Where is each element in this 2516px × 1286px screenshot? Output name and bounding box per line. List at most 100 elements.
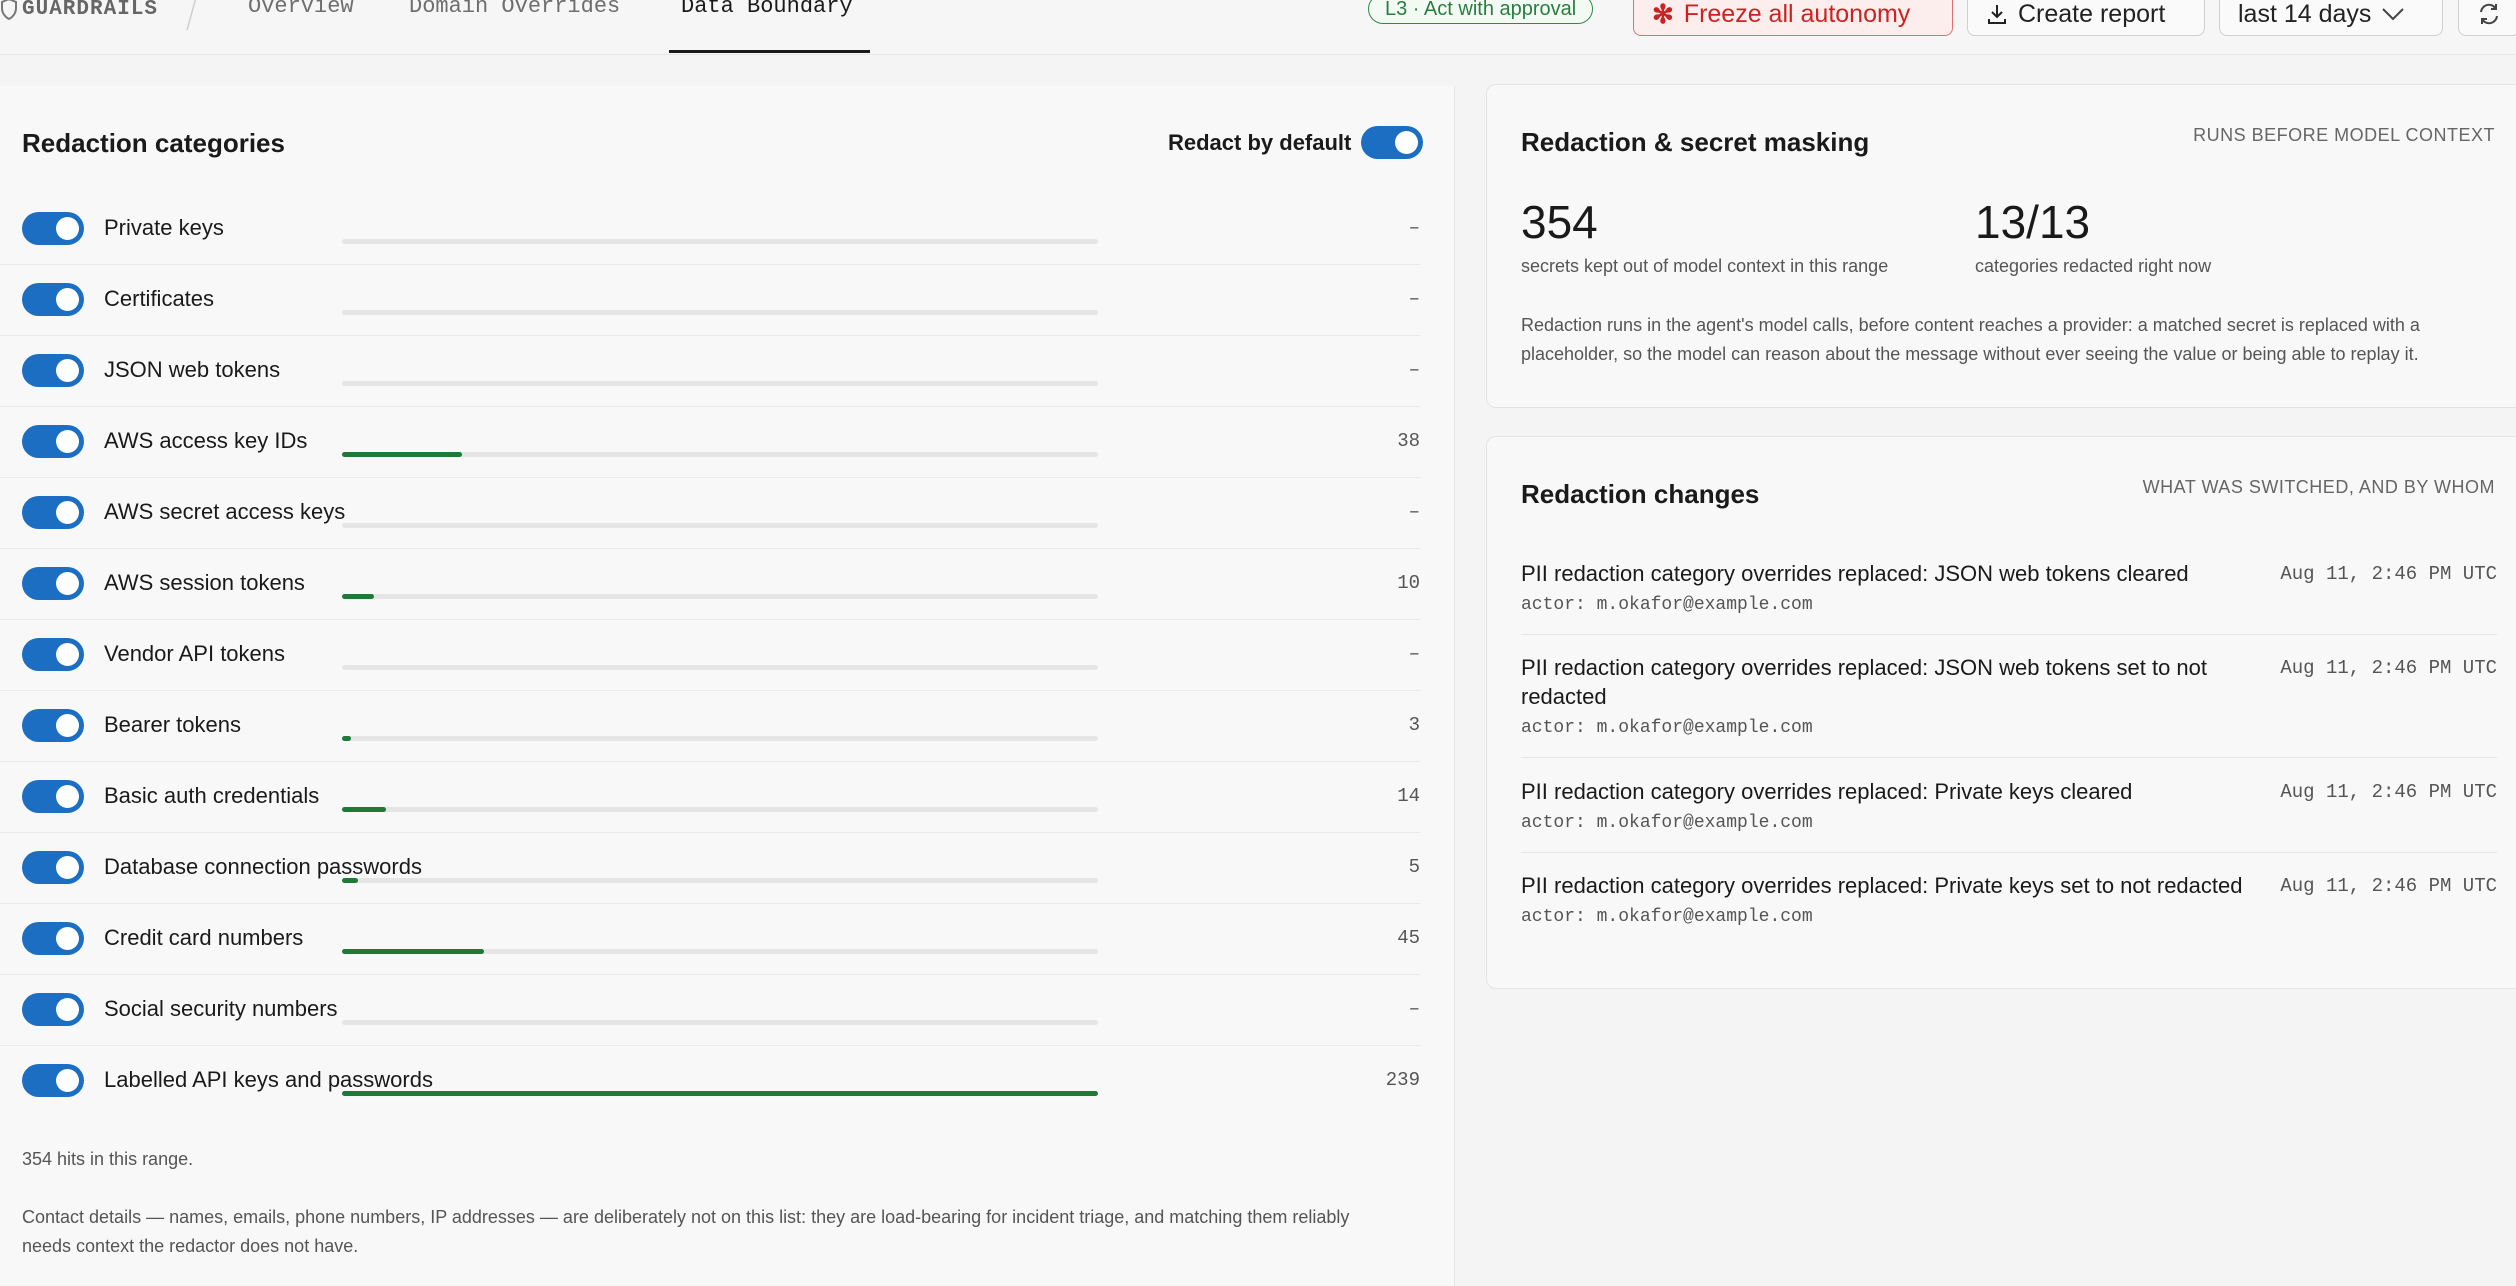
secret-masking-caption: RUNS BEFORE MODEL CONTEXT: [2193, 125, 2495, 145]
category-row: Basic auth credentials 14: [0, 761, 1420, 833]
secret-masking-card: Redaction & secret masking RUNS BEFORE M…: [1486, 84, 2516, 408]
redaction-changes-card: Redaction changes WHAT WAS SWITCHED, AND…: [1486, 436, 2516, 989]
change-time: Aug 11, 2:46 PM UTC: [2280, 875, 2497, 897]
category-hits-bar: [342, 1091, 1098, 1096]
category-toggle[interactable]: [22, 425, 84, 458]
change-item: PII redaction category overrides replace…: [1521, 871, 2497, 946]
freeze-autonomy-button[interactable]: ✻ Freeze all autonomy: [1633, 0, 1953, 36]
category-hits-fill: [342, 807, 387, 812]
category-toggle[interactable]: [22, 993, 84, 1026]
categories-redacted-value: 13/13: [1975, 196, 2091, 248]
change-time: Aug 11, 2:46 PM UTC: [2280, 657, 2497, 679]
category-toggle[interactable]: [22, 922, 84, 955]
autonomy-level-badge: L3 · Act with approval: [1368, 0, 1594, 24]
change-item: PII redaction category overrides replace…: [1521, 559, 2497, 635]
shield-icon: [0, 0, 17, 20]
date-range-select[interactable]: last 14 days: [2219, 0, 2443, 36]
category-label: JSON web tokens: [104, 357, 281, 382]
category-label: Database connection passwords: [104, 854, 422, 879]
tab-data-boundary[interactable]: Data Boundary: [681, 0, 853, 19]
redaction-categories-title: Redaction categories: [22, 128, 285, 158]
tab-domain-overrides[interactable]: Domain Overrides: [409, 0, 620, 19]
category-row: Certificates –: [0, 264, 1420, 336]
top-bar: GUARDRAILS Overview Domain Overrides Dat…: [0, 0, 2516, 55]
category-hits-bar: [342, 452, 1098, 457]
category-toggle[interactable]: [22, 780, 84, 813]
category-toggle[interactable]: [22, 1064, 84, 1097]
category-row: Database connection passwords 5: [0, 832, 1420, 904]
category-toggle[interactable]: [22, 851, 84, 884]
change-item: PII redaction category overrides replace…: [1521, 653, 2497, 758]
active-tab-indicator: [669, 50, 870, 53]
redact-by-default-control: Redact by default: [1168, 126, 1424, 159]
category-label: Labelled API keys and passwords: [104, 1067, 433, 1092]
brand-name: GUARDRAILS: [22, 0, 159, 21]
category-row: Credit card numbers 45: [0, 903, 1420, 975]
category-hit-count: –: [1408, 217, 1420, 239]
category-row: Social security numbers –: [0, 974, 1420, 1046]
secret-masking-title: Redaction & secret masking: [1521, 127, 1870, 157]
category-hit-count: 14: [1397, 785, 1420, 807]
refresh-button[interactable]: [2458, 0, 2516, 36]
change-item: PII redaction category overrides replace…: [1521, 777, 2497, 853]
category-hits-bar: [342, 239, 1098, 244]
category-row: AWS secret access keys –: [0, 477, 1420, 549]
brand: GUARDRAILS: [0, 0, 158, 24]
category-hit-count: –: [1408, 643, 1420, 665]
category-hits-bar: [342, 523, 1098, 528]
redaction-categories-panel: Redaction categories Redact by default P…: [0, 86, 1455, 1286]
category-hits-fill: [342, 736, 352, 741]
category-row: JSON web tokens –: [0, 335, 1420, 407]
tab-overview[interactable]: Overview: [248, 0, 354, 19]
category-hits-bar: [342, 949, 1098, 954]
categories-redacted-label: categories redacted right now: [1975, 256, 2212, 276]
category-label: Basic auth credentials: [104, 783, 320, 808]
category-toggle[interactable]: [22, 638, 84, 671]
category-label: AWS secret access keys: [104, 499, 346, 524]
category-hit-count: 38: [1397, 430, 1420, 452]
secrets-kept-label: secrets kept out of model context in thi…: [1521, 256, 1889, 276]
change-time: Aug 11, 2:46 PM UTC: [2280, 563, 2497, 585]
date-range-value: last 14 days: [2238, 0, 2372, 28]
autonomy-level-text: L3 · Act with approval: [1385, 0, 1577, 20]
masking-description: Redaction runs in the agent's model call…: [1521, 315, 2420, 364]
category-toggle[interactable]: [22, 212, 84, 245]
change-text: PII redaction category overrides replace…: [1521, 561, 2189, 586]
category-row: AWS access key IDs 38: [0, 406, 1420, 478]
category-hits-bar: [342, 736, 1098, 741]
category-hits-bar: [342, 807, 1098, 812]
category-hits-bar: [342, 594, 1098, 599]
category-toggle[interactable]: [22, 567, 84, 600]
create-report-label: Create report: [2018, 0, 2166, 28]
redaction-changes-title: Redaction changes: [1521, 479, 1760, 509]
secrets-kept-value: 354: [1521, 196, 1598, 248]
category-toggle[interactable]: [22, 496, 84, 529]
category-hit-count: –: [1408, 501, 1420, 523]
category-toggle[interactable]: [22, 709, 84, 742]
category-label: Social security numbers: [104, 996, 338, 1021]
create-report-button[interactable]: Create report: [1967, 0, 2205, 36]
freeze-label: Freeze all autonomy: [1683, 0, 1911, 28]
category-toggle[interactable]: [22, 354, 84, 387]
category-label: Certificates: [104, 286, 215, 311]
category-hits-fill: [342, 1091, 1098, 1096]
category-row: Vendor API tokens –: [0, 619, 1420, 691]
category-hit-count: –: [1408, 359, 1420, 381]
category-hit-count: –: [1408, 288, 1420, 310]
breadcrumb-separator: [186, 0, 197, 31]
redact-by-default-label: Redact by default: [1168, 129, 1352, 155]
category-hits-bar: [342, 310, 1098, 315]
category-hit-count: 45: [1397, 927, 1420, 949]
category-hits-fill: [342, 452, 463, 457]
category-hits-bar: [342, 665, 1098, 670]
category-hit-count: –: [1408, 998, 1420, 1020]
category-hits-fill: [342, 594, 374, 599]
category-toggle[interactable]: [22, 283, 84, 316]
redact-by-default-toggle[interactable]: [1361, 126, 1424, 159]
change-actor: actor: m.okafor@example.com: [1521, 718, 1813, 738]
category-label: AWS session tokens: [104, 570, 305, 595]
category-label: Credit card numbers: [104, 925, 304, 950]
category-row: Bearer tokens 3: [0, 690, 1420, 762]
hits-summary: 354 hits in this range.: [22, 1149, 194, 1169]
change-text: PII redaction category overrides replace…: [1521, 655, 2208, 709]
